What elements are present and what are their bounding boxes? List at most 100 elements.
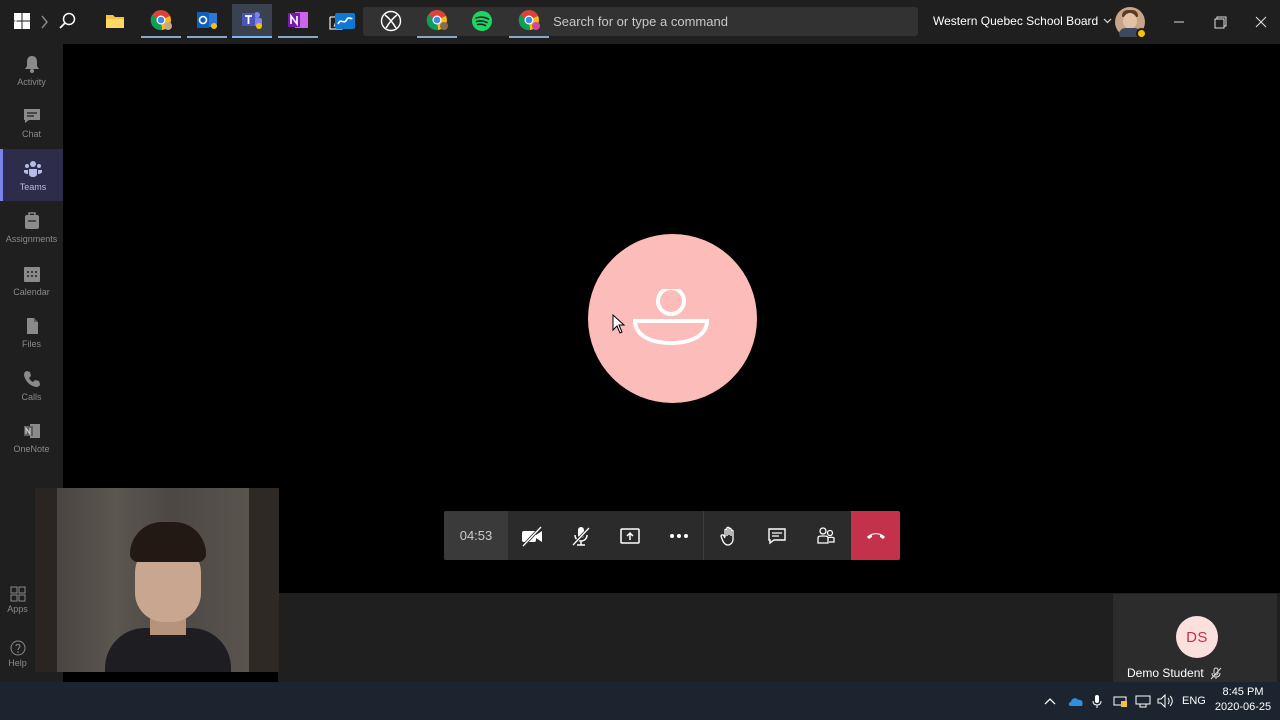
chevron-up-icon xyxy=(1044,698,1056,705)
chat-icon xyxy=(23,108,40,123)
show-conversation-button[interactable] xyxy=(753,511,802,560)
rail-item-onenote[interactable]: OneNote xyxy=(0,411,63,463)
rail-item-apps[interactable]: Apps xyxy=(0,586,35,614)
restore-icon xyxy=(1214,16,1226,28)
chrome-icon xyxy=(150,10,172,31)
rail-label: Calls xyxy=(21,391,42,402)
taskbar-chrome-2[interactable] xyxy=(509,4,549,38)
teams-app-icon xyxy=(242,12,262,29)
mic-muted-icon xyxy=(1210,667,1222,679)
onenote-app-icon xyxy=(288,12,308,28)
rail-label: Apps xyxy=(7,604,28,614)
taskbar-spotify[interactable] xyxy=(462,4,502,38)
taskbar-teams[interactable] xyxy=(232,4,272,38)
onenote-icon xyxy=(23,423,40,438)
rail-item-activity[interactable]: Activity xyxy=(0,44,63,96)
rail-label: Activity xyxy=(17,76,46,87)
organization-name: Western Quebec School Board xyxy=(933,14,1099,28)
microphone-icon xyxy=(1092,694,1102,708)
start-button[interactable] xyxy=(2,4,42,38)
organization-switcher[interactable]: Western Quebec School Board xyxy=(933,14,1112,28)
spotify-icon xyxy=(472,11,492,31)
taskbar-outlook[interactable] xyxy=(187,4,227,38)
language-text: ENG xyxy=(1182,695,1206,707)
minimize-button[interactable] xyxy=(1169,12,1189,32)
chrome-icon xyxy=(518,10,540,31)
outlook-icon xyxy=(197,12,217,29)
assignments-icon xyxy=(24,211,39,229)
phone-icon xyxy=(23,370,40,387)
call-timer: 04:53 xyxy=(444,511,508,560)
more-icon xyxy=(669,533,688,538)
search-placeholder: Search for or type a command xyxy=(553,14,728,29)
volume-tray[interactable] xyxy=(1157,682,1174,720)
cloud-icon xyxy=(1068,698,1083,706)
rail-item-calendar[interactable]: Calendar xyxy=(0,254,63,306)
xbox-icon xyxy=(380,10,402,32)
rail-item-teams[interactable]: Teams xyxy=(0,149,63,201)
taskbar-chrome[interactable] xyxy=(141,4,181,38)
taskbar-whiteboard[interactable] xyxy=(325,4,365,38)
rail-label: Chat xyxy=(21,128,41,139)
close-icon xyxy=(1255,16,1267,28)
minimize-icon xyxy=(1174,21,1184,23)
clock-date: 2020-06-25 xyxy=(1214,701,1272,713)
participants-icon xyxy=(817,526,835,544)
close-button[interactable] xyxy=(1251,12,1271,32)
camera-off-icon xyxy=(522,525,543,547)
more-actions-button[interactable] xyxy=(654,511,703,560)
share-screen-button[interactable] xyxy=(606,511,655,560)
show-hidden-icons-button[interactable] xyxy=(1044,682,1056,720)
language-indicator[interactable]: ENG xyxy=(1182,682,1206,720)
rail-item-help[interactable]: Help xyxy=(0,640,35,668)
onedrive-tray[interactable] xyxy=(1067,682,1085,720)
clock-time: 8:45 PM xyxy=(1222,686,1264,698)
profile-avatar[interactable] xyxy=(1115,7,1147,39)
mic-toggle-button[interactable] xyxy=(557,511,606,560)
taskbar-clock[interactable]: 8:45 PM 2020-06-25 xyxy=(1212,685,1274,715)
speaker-icon xyxy=(1157,694,1173,708)
rail-label: Help xyxy=(8,658,27,668)
windows-logo-icon xyxy=(14,13,30,29)
taskbar-chrome-profile[interactable] xyxy=(417,4,457,38)
whiteboard-icon xyxy=(335,13,355,29)
rail-item-assignments[interactable]: Assignments xyxy=(0,201,63,253)
device-tray[interactable] xyxy=(1112,682,1128,720)
search-icon xyxy=(59,12,76,29)
rail-label: Calendar xyxy=(13,286,50,297)
restore-button[interactable] xyxy=(1210,12,1230,32)
taskbar-xbox[interactable] xyxy=(371,4,411,38)
network-tray[interactable] xyxy=(1135,682,1151,720)
raise-hand-button[interactable] xyxy=(704,511,753,560)
mouse-cursor-icon xyxy=(612,314,626,334)
taskbar-file-explorer[interactable] xyxy=(95,4,135,38)
network-icon xyxy=(1113,696,1127,707)
taskbar-onenote[interactable] xyxy=(278,4,318,38)
help-icon xyxy=(10,640,25,656)
conversation-icon xyxy=(768,527,787,544)
rail-item-calls[interactable]: Calls xyxy=(0,359,63,411)
microphone-tray[interactable] xyxy=(1092,682,1102,720)
rail-item-chat[interactable]: Chat xyxy=(0,96,63,148)
share-screen-icon xyxy=(620,527,640,544)
rail-label: Assignments xyxy=(5,233,58,244)
participant-name: Demo Student xyxy=(1127,666,1222,680)
camera-toggle-button[interactable] xyxy=(508,511,557,560)
show-participants-button[interactable] xyxy=(802,511,851,560)
windows-taskbar xyxy=(0,682,1280,720)
bell-icon xyxy=(24,55,39,73)
folder-icon xyxy=(106,15,124,28)
self-video-preview[interactable] xyxy=(35,488,279,672)
hang-up-button[interactable] xyxy=(851,511,900,560)
apps-icon xyxy=(10,586,25,602)
rail-label: Teams xyxy=(19,181,47,192)
files-icon xyxy=(26,317,38,334)
call-controls: 04:53 xyxy=(444,511,900,560)
taskbar-search-button[interactable] xyxy=(48,4,88,38)
mic-off-icon xyxy=(572,526,591,546)
rail-item-files[interactable]: Files xyxy=(0,306,63,358)
presence-away-icon xyxy=(1136,28,1147,39)
participant-name-text: Demo Student xyxy=(1127,666,1204,680)
chevron-down-icon xyxy=(1103,18,1112,24)
teams-icon xyxy=(24,160,42,177)
